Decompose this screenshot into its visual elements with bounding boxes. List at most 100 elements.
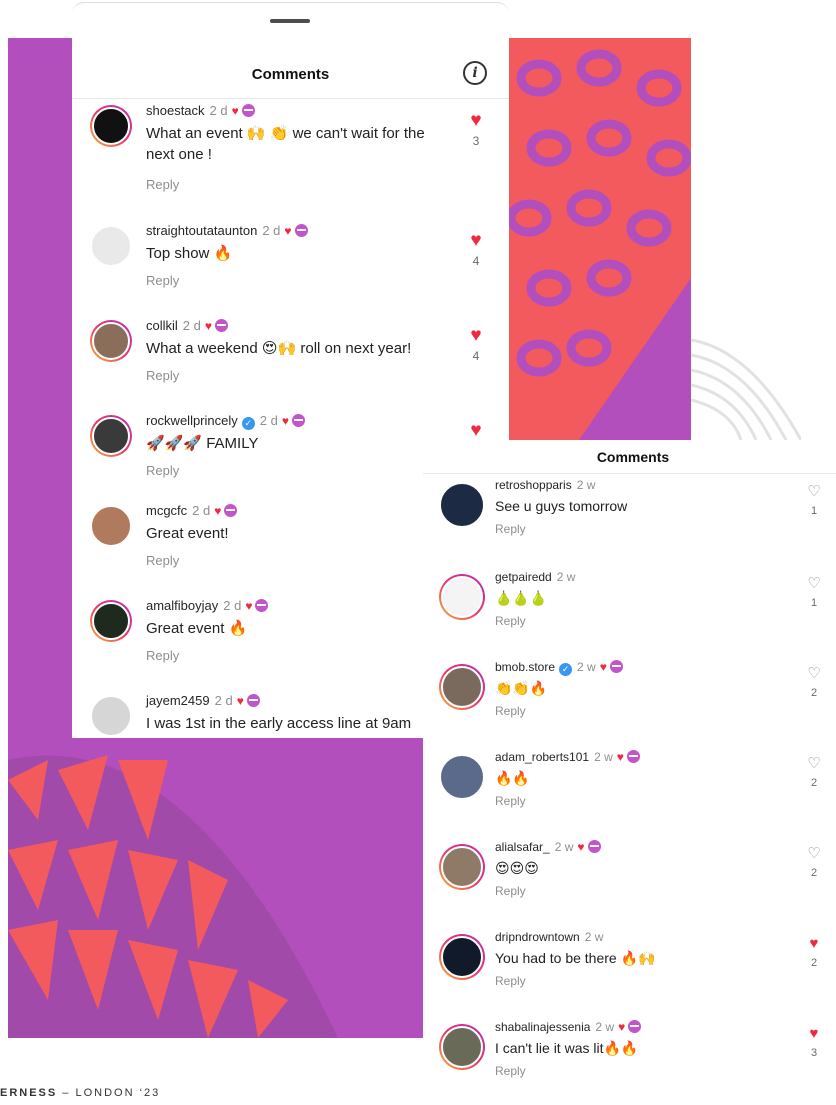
reply-button[interactable]: Reply <box>146 177 179 192</box>
comment-text: I can't lie it was lit🔥🔥 <box>495 1040 639 1056</box>
comment-meta: bmob.store ✓ 2 w ♥ <box>495 660 623 676</box>
reply-button[interactable]: Reply <box>495 974 526 988</box>
username-link[interactable]: adam_roberts101 <box>495 750 589 764</box>
like-button[interactable]: ♡ 2 <box>803 846 825 879</box>
comment-meta: rockwellprincely ✓ 2 d ♥ <box>146 413 305 430</box>
avatar-image <box>441 1026 483 1068</box>
username-link[interactable]: shabalinajessenia <box>495 1020 590 1034</box>
username-link[interactable]: dripndrowntown <box>495 930 580 944</box>
avatar[interactable] <box>439 482 485 528</box>
avatar-image <box>441 666 483 708</box>
heart-filled-icon: ♥ <box>470 230 482 251</box>
username-link[interactable]: jayem2459 <box>146 693 210 708</box>
username-link[interactable]: retroshopparis <box>495 478 572 492</box>
username-link[interactable]: alialsafar_ <box>495 840 550 854</box>
info-icon[interactable]: i <box>463 61 487 85</box>
like-button[interactable]: ♥ 4 <box>465 231 487 268</box>
avatar[interactable] <box>90 505 132 547</box>
creator-heart-icon: ♥ <box>284 224 292 238</box>
like-count: 2 <box>810 777 818 789</box>
avatar[interactable] <box>90 415 132 457</box>
like-button[interactable]: ♥ 3 <box>803 1026 825 1059</box>
heart-filled-icon: ♥ <box>470 325 482 346</box>
creator-badge-icon <box>215 319 228 332</box>
creator-badge-icon <box>609 660 623 673</box>
username-link[interactable]: shoestack <box>146 103 205 118</box>
username-link[interactable]: bmob.store <box>495 660 555 674</box>
comment-text: Great event 🔥 <box>146 620 248 637</box>
heart-outline-icon: ♡ <box>807 845 821 862</box>
comment-time: 2 d <box>223 598 242 613</box>
avatar-image <box>439 482 485 528</box>
avatar[interactable] <box>90 105 132 147</box>
comment-time: 2 d <box>192 503 211 518</box>
username-link[interactable]: straightoutataunton <box>146 223 257 238</box>
comment-meta: collkil 2 d ♥ <box>146 318 228 333</box>
comments-header-secondary: Comments <box>423 440 836 474</box>
creator-heart-icon: ♥ <box>599 660 607 674</box>
username-link[interactable]: amalfiboyjay <box>146 598 218 613</box>
username-link[interactable]: mcgcfc <box>146 503 187 518</box>
creator-heart-icon: ♥ <box>204 319 212 333</box>
avatar[interactable] <box>439 844 485 890</box>
reply-button[interactable]: Reply <box>146 648 179 663</box>
reply-button[interactable]: Reply <box>495 522 526 536</box>
heart-filled-icon: ♥ <box>470 110 482 131</box>
comment-text: 🚀🚀🚀 FAMILY <box>146 435 259 452</box>
reply-button[interactable]: Reply <box>146 368 179 383</box>
creator-badge-icon <box>241 104 255 117</box>
like-button[interactable]: ♥ 2 <box>803 936 825 969</box>
avatar[interactable] <box>90 600 132 642</box>
avatar[interactable] <box>439 934 485 980</box>
reply-button[interactable]: Reply <box>495 614 526 628</box>
avatar[interactable] <box>439 1024 485 1070</box>
drag-handle[interactable] <box>270 19 310 23</box>
comment-row: shoestack 2 d ♥ What an event 🙌 👏 we can't … <box>72 103 509 198</box>
heart-filled-icon: ♥ <box>809 1025 819 1042</box>
username-link[interactable]: rockwellprincely <box>146 413 238 428</box>
comment-text: 😍😍😍 <box>495 860 539 876</box>
reply-button[interactable]: Reply <box>495 704 526 718</box>
like-count: 3 <box>472 134 480 148</box>
comment-time: 2 w <box>576 478 596 492</box>
avatar[interactable] <box>90 695 132 737</box>
avatar[interactable] <box>439 574 485 620</box>
comments-header: Comments i <box>72 55 509 99</box>
like-button[interactable]: ♡ 2 <box>803 756 825 789</box>
creator-heart-icon: ♥ <box>231 104 239 118</box>
heart-outline-icon: ♡ <box>807 755 821 772</box>
like-button[interactable]: ♥ 3 <box>465 111 487 148</box>
like-button[interactable]: ♥ 4 <box>465 326 487 363</box>
creator-heart-icon: ♥ <box>214 504 222 518</box>
comment-row: dripndrowntown 2 w You had to be there 🔥🙌 R… <box>423 930 836 1020</box>
avatar[interactable] <box>90 320 132 362</box>
reply-button[interactable]: Reply <box>495 884 526 898</box>
like-button[interactable]: ♥ <box>465 421 487 440</box>
avatar[interactable] <box>439 664 485 710</box>
comment-text: See u guys tomorrow <box>495 498 628 514</box>
avatar[interactable] <box>439 754 485 800</box>
creator-heart-icon: ♥ <box>281 414 289 428</box>
comments-title: Comments <box>251 66 330 83</box>
comment-row: getpairedd 2 w 🍐🍐🍐 Reply ♡ 1 <box>423 570 836 660</box>
username-link[interactable]: collkil <box>146 318 178 333</box>
username-link[interactable]: getpairedd <box>495 570 552 584</box>
reply-button[interactable]: Reply <box>146 553 179 568</box>
comment-meta: jayem2459 2 d ♥ <box>146 693 260 708</box>
comment-meta: shabalinajessenia 2 w ♥ <box>495 1020 642 1034</box>
avatar[interactable] <box>90 225 132 267</box>
comment-time: 2 d <box>182 318 201 333</box>
comment-row: bmob.store ✓ 2 w ♥ 👏👏🔥 Reply ♡ 2 <box>423 660 836 750</box>
like-button[interactable]: ♡ 1 <box>803 484 825 517</box>
creator-heart-icon: ♥ <box>618 1020 626 1034</box>
comment-meta: adam_roberts101 2 w ♥ <box>495 750 640 764</box>
reply-button[interactable]: Reply <box>495 1064 526 1078</box>
reply-button[interactable]: Reply <box>146 273 179 288</box>
reply-button[interactable]: Reply <box>495 794 526 808</box>
like-button[interactable]: ♡ 1 <box>803 576 825 609</box>
verified-badge-icon: ✓ <box>241 417 255 430</box>
like-button[interactable]: ♡ 2 <box>803 666 825 699</box>
comment-time: 2 w <box>584 930 604 944</box>
comment-text: What an event 🙌 👏 we can't wait for the … <box>146 125 425 163</box>
reply-button[interactable]: Reply <box>146 463 179 478</box>
